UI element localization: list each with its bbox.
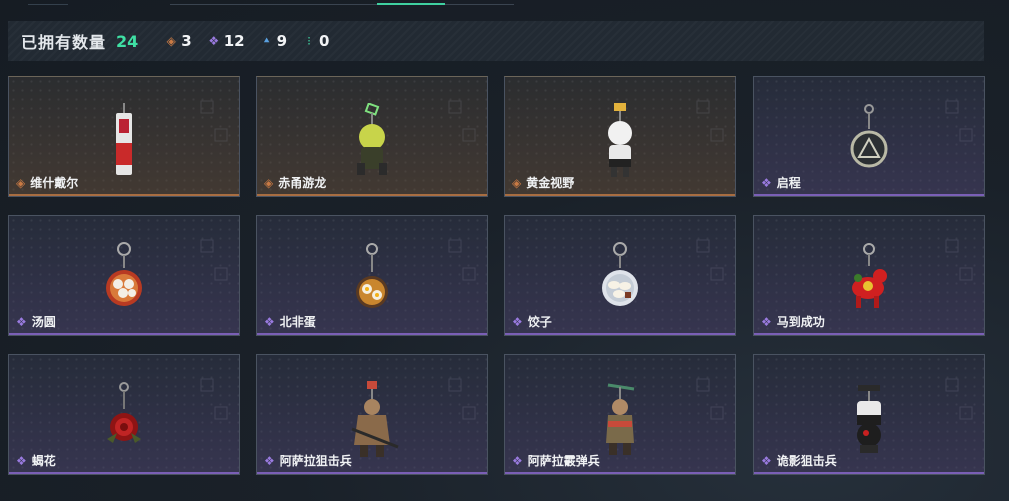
pendant-label: ❖ 阿萨拉狙击兵 <box>264 452 352 469</box>
gold-rarity-icon: ◈ <box>16 175 26 190</box>
top-nav-left-divider <box>28 0 68 5</box>
card-pattern-icon <box>945 100 973 142</box>
card-pattern-icon <box>945 239 973 281</box>
rarity-count-green: ⁝ 0 <box>302 32 329 50</box>
gold-rarity-icon: ◈ <box>166 34 176 48</box>
blue-rarity-icon: ⯅ <box>262 35 271 47</box>
pendant-name: 北非蛋 <box>279 315 316 329</box>
owned-count-label: 已拥有数量 <box>21 33 107 52</box>
green-rarity-icon: ⁝ <box>307 34 311 48</box>
red-horse-charm-icon <box>852 243 887 308</box>
active-tab-indicator <box>377 3 445 5</box>
card-pattern-icon <box>200 100 228 142</box>
pendant-card[interactable]: ❖ 阿萨拉霰弹兵 <box>504 354 736 475</box>
purple-rarity-icon: ❖ <box>512 314 523 329</box>
pendant-label: ❖ 蝎花 <box>16 452 56 469</box>
purple-rarity-icon: ❖ <box>512 453 523 468</box>
owned-count-total: 24 <box>116 31 139 51</box>
card-pattern-icon <box>200 378 228 420</box>
pendant-label: ❖ 饺子 <box>512 313 552 330</box>
dragon-figure-charm-icon <box>357 103 387 175</box>
purple-rarity-icon: ❖ <box>761 175 772 190</box>
card-pattern-icon <box>448 239 476 281</box>
card-pattern-icon <box>696 378 724 420</box>
rarity-count-value: 0 <box>319 32 330 50</box>
pendant-label: ◈ 黄金视野 <box>512 174 574 191</box>
card-pattern-icon <box>200 239 228 281</box>
card-pattern-icon <box>448 100 476 142</box>
pendant-label: ❖ 启程 <box>761 174 801 191</box>
purple-rarity-icon: ❖ <box>761 314 772 329</box>
rarity-count-purple: ❖ 12 <box>207 32 245 50</box>
red-white-phone-charm-icon <box>116 103 132 175</box>
top-tab-bar <box>170 0 514 5</box>
pendant-label: ❖ 北非蛋 <box>264 313 316 330</box>
pendant-name: 阿萨拉霰弹兵 <box>527 454 600 468</box>
rarity-count-value: 3 <box>181 32 192 50</box>
pendant-card[interactable]: ◈ 黄金视野 <box>504 76 736 197</box>
pendant-label: ◈ 赤甬游龙 <box>264 174 326 191</box>
pendant-label: ❖ 汤圆 <box>16 313 56 330</box>
pendant-name: 阿萨拉狙击兵 <box>279 454 352 468</box>
pendant-name: 马到成功 <box>776 315 825 329</box>
shakshuka-pan-charm-icon <box>356 243 388 308</box>
pendant-card[interactable]: ❖ 马到成功 <box>753 215 985 336</box>
pendant-card[interactable]: ◈ 维什戴尔 <box>8 76 240 197</box>
pendant-card[interactable]: ❖ 诡影狙击兵 <box>753 354 985 475</box>
sniper-soldier-charm-icon <box>351 381 399 457</box>
pendant-card[interactable]: ❖ 汤圆 <box>8 215 240 336</box>
purple-rarity-icon: ❖ <box>208 34 220 48</box>
pendant-label: ❖ 阿萨拉霰弹兵 <box>512 452 600 469</box>
purple-rarity-icon: ❖ <box>16 314 27 329</box>
gold-rarity-icon: ◈ <box>264 175 274 190</box>
card-pattern-icon <box>696 239 724 281</box>
red-rose-charm-icon <box>107 382 141 443</box>
pendant-name: 启程 <box>776 176 801 190</box>
pendant-name: 黄金视野 <box>526 176 575 190</box>
card-pattern-icon <box>448 378 476 420</box>
pendant-name: 诡影狙击兵 <box>776 454 837 468</box>
pendant-card[interactable]: ❖ 饺子 <box>504 215 736 336</box>
pendant-card[interactable]: ❖ 北非蛋 <box>256 215 488 336</box>
pendant-name: 汤圆 <box>31 315 56 329</box>
dumpling-plate-charm-icon <box>602 242 638 306</box>
pendant-card[interactable]: ◈ 赤甬游龙 <box>256 76 488 197</box>
rarity-count-value: 9 <box>276 32 288 50</box>
white-figure-charm-icon <box>608 103 632 177</box>
purple-rarity-icon: ❖ <box>761 453 772 468</box>
pendant-name: 赤甬游龙 <box>278 176 327 190</box>
rarity-count-gold: ◈ 3 <box>164 32 192 50</box>
pendant-name: 维什戴尔 <box>30 176 79 190</box>
shadow-sniper-charm-icon <box>857 385 881 453</box>
purple-rarity-icon: ❖ <box>16 453 27 468</box>
pendant-card[interactable]: ❖ 启程 <box>753 76 985 197</box>
purple-rarity-icon: ❖ <box>264 453 275 468</box>
gold-rarity-icon: ◈ <box>512 175 522 190</box>
pendant-label: ◈ 维什戴尔 <box>16 174 78 191</box>
pendant-card[interactable]: ❖ 蝎花 <box>8 354 240 475</box>
rarity-count-blue: ⯅ 9 <box>260 32 287 50</box>
purple-rarity-icon: ❖ <box>264 314 275 329</box>
pendant-card[interactable]: ❖ 阿萨拉狙击兵 <box>256 354 488 475</box>
card-pattern-icon <box>945 378 973 420</box>
pendant-label: ❖ 马到成功 <box>761 313 825 330</box>
pendant-name: 蝎花 <box>31 454 56 468</box>
rarity-count-value: 12 <box>223 32 245 50</box>
pendant-label: ❖ 诡影狙击兵 <box>761 452 837 469</box>
card-pattern-icon <box>696 100 724 142</box>
tangyuan-bowl-charm-icon <box>106 242 142 306</box>
owned-summary-bar: 已拥有数量 24 ◈ 3 ❖ 12 ⯅ 9 ⁝ 0 <box>8 21 984 61</box>
round-medallion-charm-icon <box>850 104 888 168</box>
pendant-name: 饺子 <box>527 315 552 329</box>
shotgun-soldier-charm-icon <box>606 383 635 455</box>
